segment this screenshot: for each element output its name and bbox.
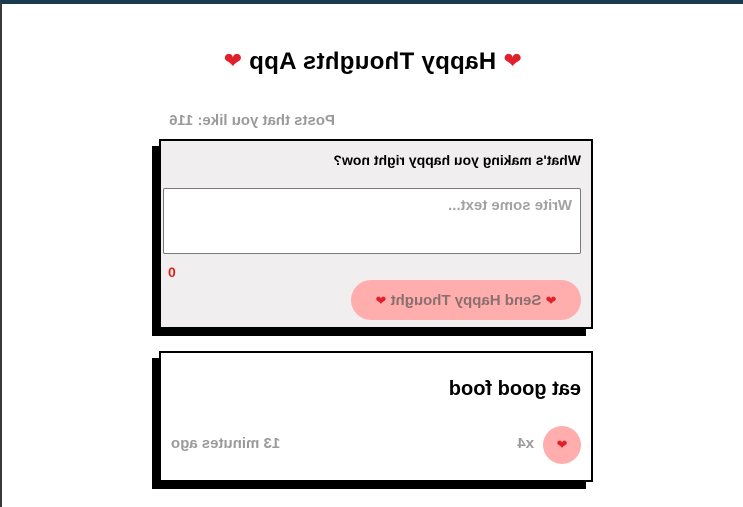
thought-input[interactable] [163,188,581,254]
liked-posts-counter: Posts that you like: 116 [169,112,335,129]
browser-frame: ❤ Happy Thoughts App ❤ Posts that you li… [0,0,743,507]
like-button[interactable]: ❤ [543,426,581,464]
heart-icon: ❤ [545,292,557,308]
heart-icon: ❤ [223,48,242,73]
send-button-label: Send Happy Thought [390,291,542,309]
heart-icon: ❤ [556,437,568,452]
app-title-text: Happy Thoughts App [248,48,497,75]
like-count: x4 [517,435,534,452]
app-container: ❤ Happy Thoughts App ❤ Posts that you li… [2,4,743,507]
form-question: What's making you happy right now? [333,152,581,168]
send-thought-button[interactable]: ❤ Send Happy Thought ❤ [351,280,581,320]
new-thought-form: What's making you happy right now? 0 ❤ S… [159,139,593,329]
heart-icon: ❤ [503,48,522,73]
page-title: ❤ Happy Thoughts App ❤ [2,48,743,76]
thought-card: eat good food ❤ x4 13 minutes ago [159,351,593,482]
character-counter: 0 [168,264,176,280]
thought-message: eat good food [448,378,581,400]
heart-icon: ❤ [375,292,387,308]
thought-timestamp: 13 minutes ago [171,435,281,452]
